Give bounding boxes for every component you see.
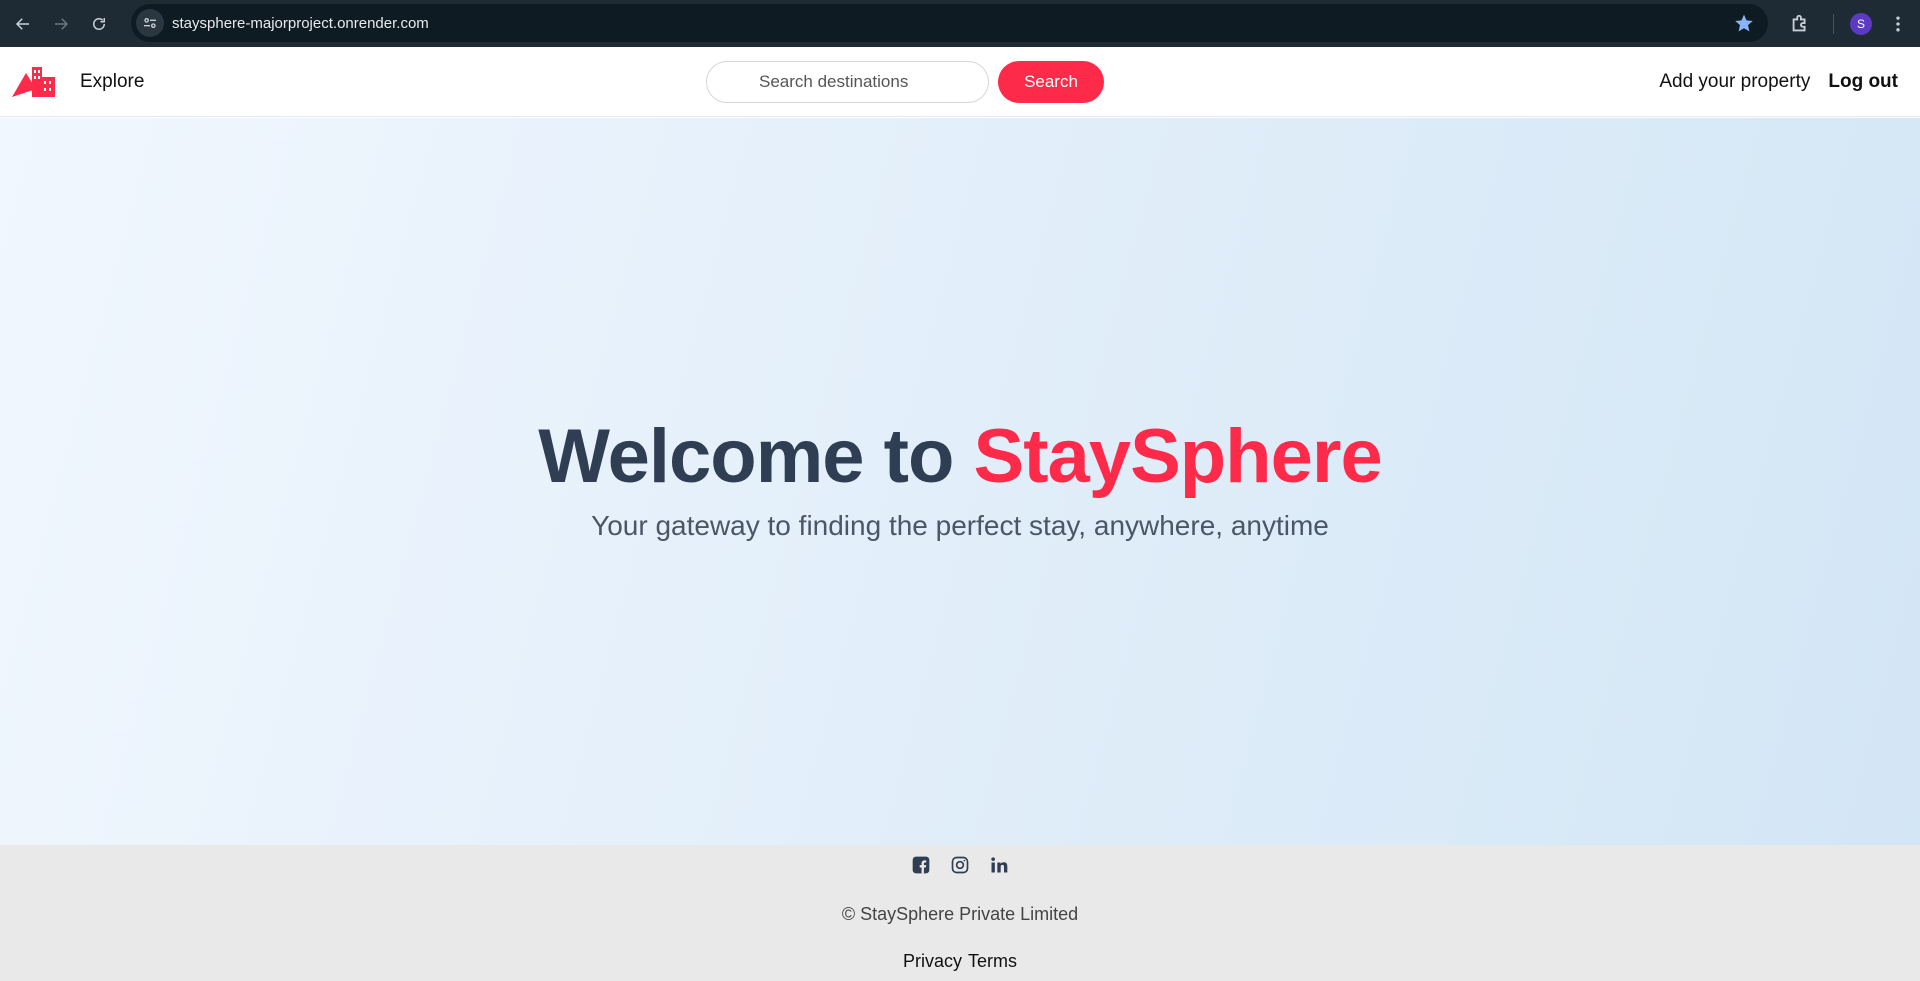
back-arrow-icon	[15, 17, 29, 30]
profile-avatar[interactable]: S	[1850, 12, 1872, 35]
linkedin-icon[interactable]	[989, 855, 1009, 875]
copyright-text: © StaySphere Private Limited	[841, 904, 1079, 924]
bookmark-star-icon[interactable]	[1734, 13, 1754, 33]
explore-link[interactable]: Explore	[80, 71, 144, 93]
address-bar[interactable]: staysphere-majorproject.onrender.com	[131, 4, 1768, 42]
hero-title: Welcome to StaySphere	[0, 413, 1920, 500]
extensions-icon[interactable]	[1789, 13, 1811, 35]
hero-section: Welcome to StaySphere Your gateway to fi…	[0, 118, 1920, 845]
back-button[interactable]	[8, 9, 38, 39]
nav-right-links: Add your property Log out	[1659, 71, 1898, 93]
browser-toolbar: staysphere-majorproject.onrender.com S	[0, 0, 1920, 47]
staysphere-logo-icon[interactable]	[12, 63, 56, 99]
search-button[interactable]: Search	[998, 61, 1104, 103]
hero-title-brand: StaySphere	[973, 414, 1383, 499]
reload-icon	[93, 17, 105, 30]
url-text: staysphere-majorproject.onrender.com	[172, 14, 429, 32]
privacy-link[interactable]: Privacy	[903, 951, 962, 972]
more-options-icon[interactable]	[1888, 14, 1908, 34]
hero-subtitle: Your gateway to finding the perfect stay…	[591, 510, 1329, 541]
site-navbar: Explore Search Add your property Log out	[0, 47, 1920, 117]
reload-button[interactable]	[84, 9, 114, 39]
tune-icon	[144, 18, 156, 28]
browser-right-tools: S	[1789, 0, 1920, 47]
toolbar-divider	[1833, 13, 1834, 34]
instagram-icon[interactable]	[950, 855, 970, 875]
forward-button[interactable]	[46, 9, 76, 39]
logout-link[interactable]: Log out	[1828, 71, 1898, 93]
terms-link[interactable]: Terms	[968, 951, 1017, 972]
forward-arrow-icon	[55, 17, 69, 30]
site-footer: © StaySphere Private Limited Privacy Ter…	[0, 845, 1920, 981]
search-input[interactable]	[706, 61, 989, 103]
add-property-link[interactable]: Add your property	[1659, 71, 1810, 93]
footer-links: Privacy Terms	[0, 951, 1920, 972]
hero-title-prefix: Welcome to	[538, 414, 974, 499]
site-info-button[interactable]	[136, 9, 164, 37]
social-links	[0, 855, 1920, 875]
facebook-icon[interactable]	[911, 855, 931, 875]
